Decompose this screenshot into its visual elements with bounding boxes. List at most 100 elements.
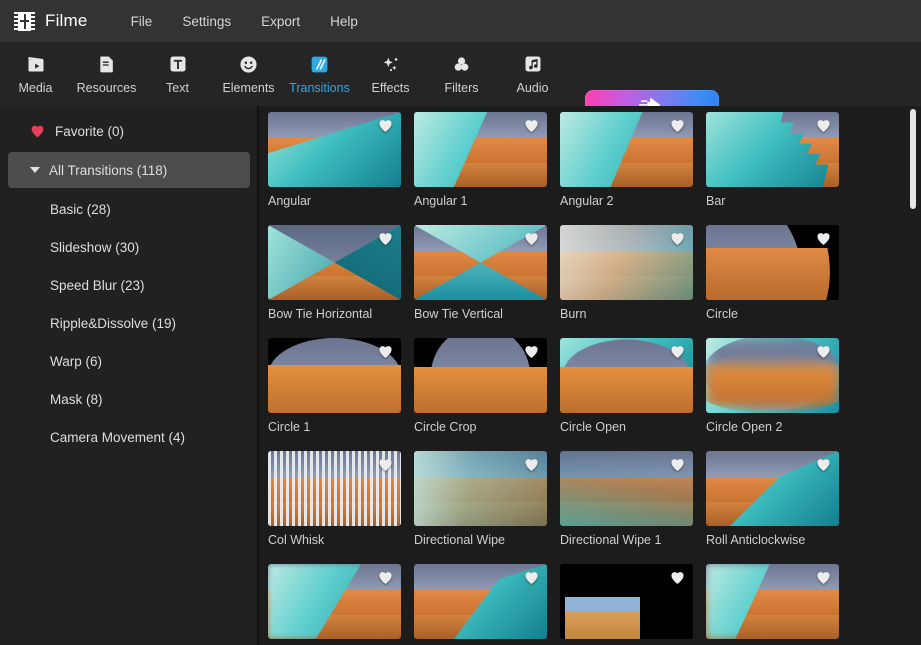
favorite-heart-icon[interactable] xyxy=(669,570,686,585)
toolbar-label-resources: Resources xyxy=(76,81,137,95)
transition-card[interactable]: Circle xyxy=(706,225,852,338)
transition-thumbnail[interactable] xyxy=(560,451,693,526)
music-note-icon xyxy=(522,53,544,75)
transition-thumbnail[interactable] xyxy=(414,451,547,526)
transition-card[interactable]: Angular xyxy=(268,112,414,225)
transition-thumbnail[interactable] xyxy=(414,338,547,413)
menu-export[interactable]: Export xyxy=(260,11,301,32)
transition-thumbnail[interactable] xyxy=(268,112,401,187)
toolbar-item-transitions[interactable]: Transitions xyxy=(284,43,355,105)
transition-label: Bow Tie Horizontal xyxy=(268,307,373,321)
menu-settings[interactable]: Settings xyxy=(181,11,232,32)
favorite-heart-icon[interactable] xyxy=(523,344,540,359)
toolbar-label-transitions: Transitions xyxy=(289,81,350,95)
favorite-heart-icon[interactable] xyxy=(815,118,832,133)
menu-file[interactable]: File xyxy=(130,11,154,32)
favorite-heart-icon[interactable] xyxy=(669,457,686,472)
transition-card[interactable]: Directional Wipe xyxy=(414,451,560,564)
transition-thumbnail[interactable] xyxy=(706,225,839,300)
app-title: Filme xyxy=(45,11,88,30)
transition-card[interactable]: Bow Tie Horizontal xyxy=(268,225,414,338)
sidebar-item-basic[interactable]: Basic (28) xyxy=(0,190,257,228)
transition-thumbnail[interactable] xyxy=(414,564,547,639)
favorite-heart-icon[interactable] xyxy=(377,344,394,359)
transition-thumbnail[interactable] xyxy=(268,225,401,300)
toolbar-item-effects[interactable]: Effects xyxy=(355,43,426,105)
transition-thumbnail[interactable] xyxy=(560,225,693,300)
transition-card[interactable]: Directional Wipe 1 xyxy=(560,451,706,564)
transition-card[interactable] xyxy=(414,564,560,645)
transition-card[interactable]: Bar xyxy=(706,112,852,225)
magic-wand-icon xyxy=(380,53,402,75)
transition-card[interactable]: Circle Crop xyxy=(414,338,560,451)
toolbar-item-audio[interactable]: Audio xyxy=(497,43,568,105)
transition-card[interactable] xyxy=(268,564,414,645)
favorite-heart-icon[interactable] xyxy=(377,457,394,472)
favorite-heart-icon[interactable] xyxy=(669,231,686,246)
transition-thumbnail[interactable] xyxy=(560,564,693,639)
transition-thumbnail[interactable] xyxy=(706,451,839,526)
toolbar-label-elements: Elements xyxy=(222,81,275,95)
toolbar-item-media[interactable]: Media xyxy=(0,43,71,105)
transition-thumbnail[interactable] xyxy=(268,564,401,639)
sidebar-label-ripple-dissolve: Ripple&Dissolve (19) xyxy=(50,315,177,331)
transition-card[interactable]: Col Whisk xyxy=(268,451,414,564)
transition-card[interactable]: Angular 1 xyxy=(414,112,560,225)
transition-card[interactable] xyxy=(706,564,852,645)
toolbar-item-filters[interactable]: Filters xyxy=(426,43,497,105)
transition-thumbnail[interactable] xyxy=(268,338,401,413)
favorite-heart-icon[interactable] xyxy=(815,231,832,246)
favorite-heart-icon[interactable] xyxy=(523,118,540,133)
favorite-heart-icon[interactable] xyxy=(669,344,686,359)
transition-thumbnail[interactable] xyxy=(560,112,693,187)
sidebar-item-slideshow[interactable]: Slideshow (30) xyxy=(0,228,257,266)
grid-scrollbar-thumb[interactable] xyxy=(910,109,916,209)
transition-thumbnail[interactable] xyxy=(706,338,839,413)
favorite-heart-icon[interactable] xyxy=(669,118,686,133)
transition-thumbnail[interactable] xyxy=(706,564,839,639)
transition-label: Angular 2 xyxy=(560,194,614,208)
grid-scrollbar[interactable] xyxy=(908,106,918,645)
favorite-heart-icon[interactable] xyxy=(523,231,540,246)
favorite-heart-icon[interactable] xyxy=(815,570,832,585)
favorite-heart-icon[interactable] xyxy=(815,457,832,472)
transition-card[interactable]: Circle Open xyxy=(560,338,706,451)
favorite-heart-icon[interactable] xyxy=(377,118,394,133)
sidebar-item-camera-movement[interactable]: Camera Movement (4) xyxy=(0,418,257,456)
transition-thumbnail[interactable] xyxy=(706,112,839,187)
sidebar-item-warp[interactable]: Warp (6) xyxy=(0,342,257,380)
text-box-icon xyxy=(167,53,189,75)
sidebar-item-ripple-dissolve[interactable]: Ripple&Dissolve (19) xyxy=(0,304,257,342)
clapperboard-icon xyxy=(25,53,47,75)
body-container: Favorite (0) All Transitions (118) Basic… xyxy=(0,106,921,645)
transition-label: Circle Open 2 xyxy=(706,420,783,434)
sidebar-label-all-transitions: All Transitions (118) xyxy=(49,162,168,178)
sidebar-item-mask[interactable]: Mask (8) xyxy=(0,380,257,418)
transition-thumbnail[interactable] xyxy=(560,338,693,413)
toolbar-item-text[interactable]: Text xyxy=(142,43,213,105)
transition-card[interactable]: Bow Tie Vertical xyxy=(414,225,560,338)
favorite-heart-icon[interactable] xyxy=(377,570,394,585)
transition-card[interactable]: Roll Anticlockwise xyxy=(706,451,852,564)
transition-card[interactable]: Circle 1 xyxy=(268,338,414,451)
brand: Filme xyxy=(0,11,88,31)
favorite-heart-icon[interactable] xyxy=(377,231,394,246)
sidebar-item-speed-blur[interactable]: Speed Blur (23) xyxy=(0,266,257,304)
favorite-heart-icon[interactable] xyxy=(815,344,832,359)
transition-card[interactable]: Circle Open 2 xyxy=(706,338,852,451)
sidebar-item-all-transitions[interactable]: All Transitions (118) xyxy=(8,152,250,188)
toolbar-item-elements[interactable]: Elements xyxy=(213,43,284,105)
transition-card[interactable] xyxy=(560,564,706,645)
transition-card[interactable]: Burn xyxy=(560,225,706,338)
transition-thumbnail[interactable] xyxy=(414,225,547,300)
sidebar-item-favorite[interactable]: Favorite (0) xyxy=(0,112,257,150)
favorite-heart-icon[interactable] xyxy=(523,570,540,585)
menu-help[interactable]: Help xyxy=(329,11,359,32)
transition-thumbnail[interactable] xyxy=(414,112,547,187)
favorite-heart-icon[interactable] xyxy=(523,457,540,472)
transition-label: Circle xyxy=(706,307,738,321)
transition-card[interactable]: Angular 2 xyxy=(560,112,706,225)
document-icon xyxy=(96,53,118,75)
transition-thumbnail[interactable] xyxy=(268,451,401,526)
toolbar-item-resources[interactable]: Resources xyxy=(71,43,142,105)
